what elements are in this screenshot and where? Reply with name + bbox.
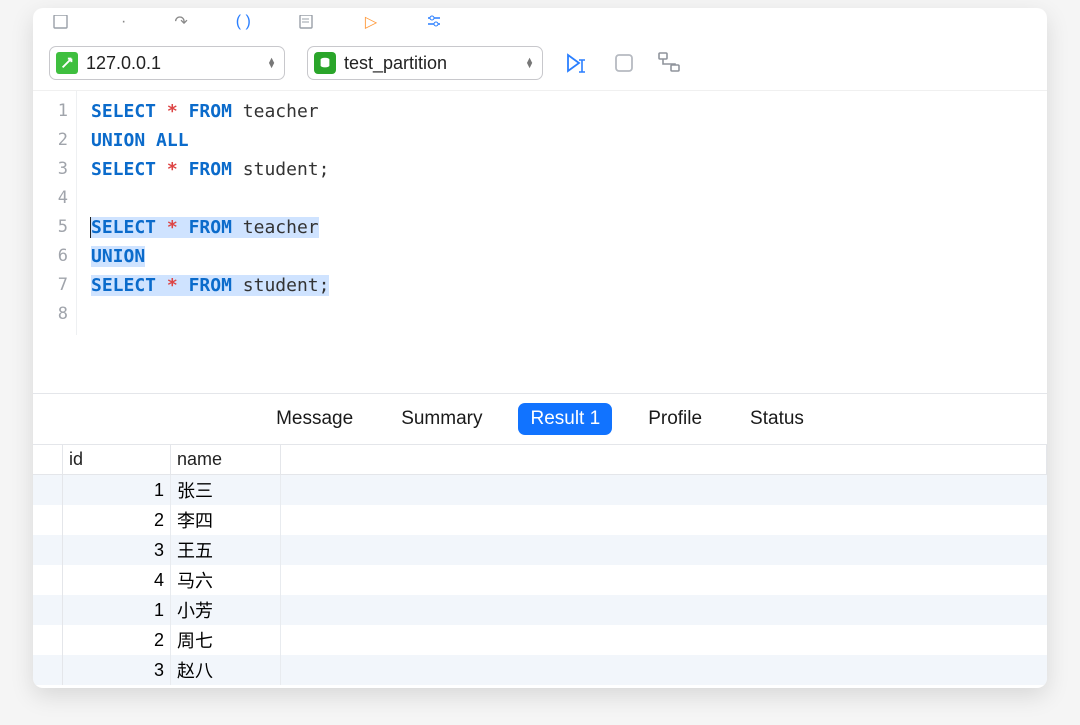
connection-host: 127.0.0.1 [86,53,161,74]
top-icon-row: · ↷ ( ) ▷ [33,8,1047,36]
cell-name[interactable]: 小芳 [171,595,281,625]
editor-gap [33,335,1047,393]
tab-message[interactable]: Message [264,403,365,435]
table-row[interactable]: 2 李四 [33,505,1047,535]
cell-name[interactable]: 张三 [171,475,281,505]
column-header-name[interactable]: name [171,445,281,474]
result-tabs: Message Summary Result 1 Profile Status [33,393,1047,445]
tab-result-1[interactable]: Result 1 [518,403,612,435]
dot-icon[interactable]: · [121,13,126,31]
connection-icon [56,52,78,74]
sql-editor[interactable]: 12345678 SELECT * FROM teacherUNION ALLS… [33,90,1047,335]
cell-id[interactable]: 2 [63,505,171,535]
file-icon[interactable] [53,15,73,29]
chevron-updown-icon: ▲▼ [525,58,534,68]
row-header-gutter [33,445,63,474]
toolbar: 127.0.0.1 ▲▼ test_partition ▲▼ [33,36,1047,90]
stop-icon[interactable] [613,52,635,74]
connection-select[interactable]: 127.0.0.1 ▲▼ [49,46,285,80]
table-row[interactable]: 1 张三 [33,475,1047,505]
code-area[interactable]: SELECT * FROM teacherUNION ALLSELECT * F… [77,91,1047,335]
table-row[interactable]: 3 王五 [33,535,1047,565]
cell-id[interactable]: 3 [63,535,171,565]
braces-icon[interactable]: ( ) [236,13,251,31]
table-row[interactable]: 4 马六 [33,565,1047,595]
cell-id[interactable]: 2 [63,625,171,655]
tab-status[interactable]: Status [738,403,816,435]
column-header-id[interactable]: id [63,445,171,474]
flag-icon[interactable]: ▷ [365,12,377,32]
app-window: · ↷ ( ) ▷ 127.0.0.1 ▲▼ test_partition ▲▼ [33,8,1047,688]
tab-summary[interactable]: Summary [389,403,494,435]
cell-name[interactable]: 赵八 [171,655,281,685]
tab-profile[interactable]: Profile [636,403,714,435]
chevron-updown-icon: ▲▼ [267,58,276,68]
result-grid: id name 1 张三 2 李四 3 王五 4 马六 1 小芳 2 周七 3 … [33,445,1047,685]
page-icon[interactable] [299,15,317,29]
arrow-icon[interactable]: ↷ [174,12,187,32]
table-row[interactable]: 3 赵八 [33,655,1047,685]
cell-name[interactable]: 李四 [171,505,281,535]
tune-icon[interactable] [425,15,443,29]
database-icon [314,52,336,74]
cell-id[interactable]: 4 [63,565,171,595]
line-gutter: 12345678 [33,91,77,335]
table-row[interactable]: 1 小芳 [33,595,1047,625]
cell-name[interactable]: 马六 [171,565,281,595]
explain-icon[interactable] [657,51,683,75]
column-header-rest [281,445,1047,474]
database-name: test_partition [344,53,447,74]
table-row[interactable]: 2 周七 [33,625,1047,655]
cell-id[interactable]: 1 [63,475,171,505]
database-select[interactable]: test_partition ▲▼ [307,46,543,80]
cell-name[interactable]: 周七 [171,625,281,655]
cell-id[interactable]: 3 [63,655,171,685]
cell-id[interactable]: 1 [63,595,171,625]
cell-name[interactable]: 王五 [171,535,281,565]
run-cursor-icon[interactable] [565,51,591,75]
